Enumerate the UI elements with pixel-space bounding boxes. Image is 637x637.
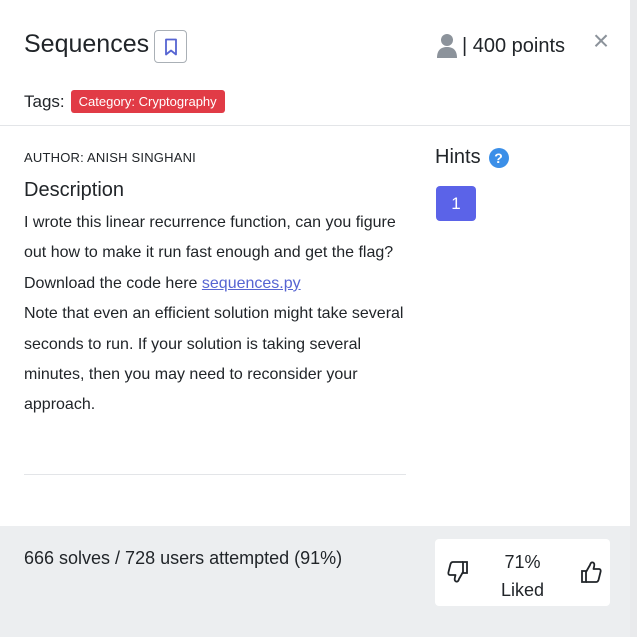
hints-heading: Hints ? [435, 146, 509, 169]
description-paragraph-3: Note that even an efficient solution mig… [24, 305, 404, 414]
download-code-link[interactable]: sequences.py [202, 275, 301, 292]
tags-row: Tags: Category: Cryptography [24, 90, 225, 113]
category-tag-badge: Category: Cryptography [70, 90, 225, 113]
tags-label: Tags: [24, 91, 65, 111]
description-text: I wrote this linear recurrence function,… [24, 208, 406, 421]
bookmark-icon [164, 38, 177, 55]
description-panel: AUTHOR: ANISH SINGHANI Description I wro… [24, 150, 406, 421]
description-divider [24, 474, 406, 475]
close-button[interactable]: × [590, 25, 612, 56]
author-line: AUTHOR: ANISH SINGHANI [24, 150, 196, 165]
bookmark-button[interactable] [154, 30, 187, 63]
user-icon [437, 34, 457, 58]
hints-label: Hints [435, 146, 481, 168]
download-line: Download the code here sequences.py [24, 269, 406, 299]
modal-header: Sequences | 400 points × Tags: Category:… [0, 0, 630, 126]
points-display: | 400 points [436, 33, 565, 59]
solves-stats: 666 solves / 728 users attempted (91%) [24, 548, 343, 568]
description-paragraph-1: I wrote this linear recurrence function,… [24, 214, 396, 262]
challenge-title: Sequences [24, 30, 150, 58]
download-prefix: Download the code here [24, 274, 202, 292]
points-text: | 400 points [462, 34, 566, 57]
like-rating-card: 71% Liked [435, 539, 610, 606]
background-page-strip [629, 0, 637, 637]
help-icon[interactable]: ? [488, 147, 509, 168]
modal-footer: 666 solves / 728 users attempted (91%) 7… [0, 526, 630, 637]
challenge-modal: Sequences | 400 points × Tags: Category:… [0, 0, 630, 637]
close-icon: × [592, 25, 610, 56]
description-heading: Description [24, 179, 125, 201]
hint-button-1[interactable]: 1 [436, 186, 476, 221]
thumbs-up-icon[interactable] [580, 560, 602, 584]
